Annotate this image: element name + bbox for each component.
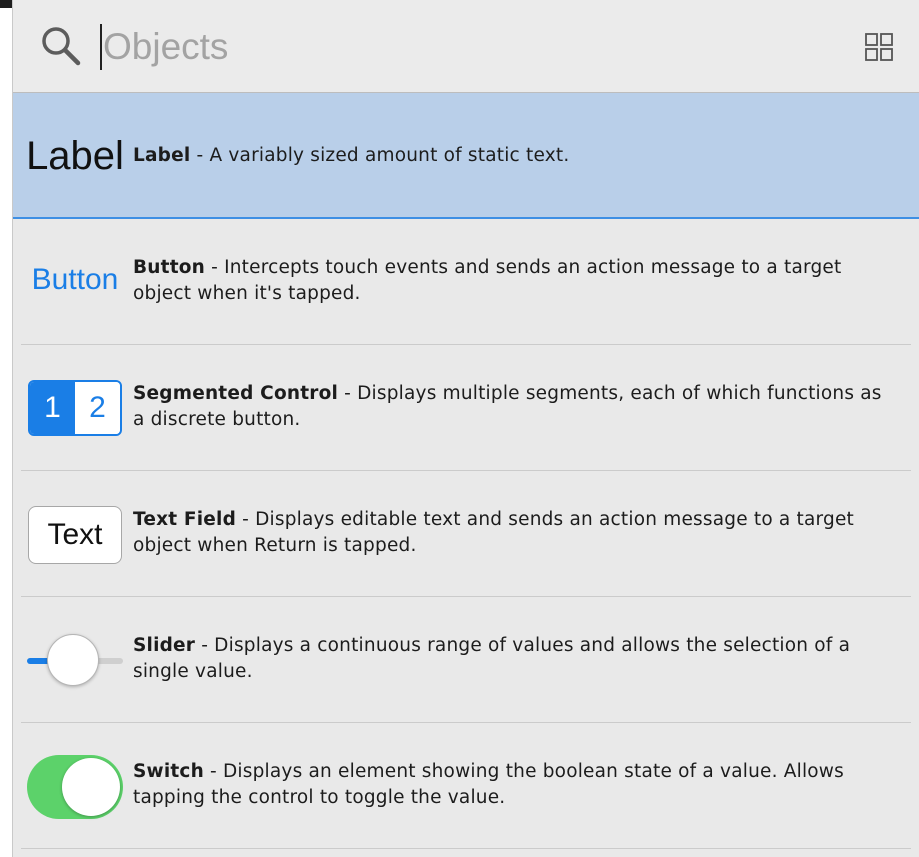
object-list: Label Label - A variably sized amount of…: [13, 93, 919, 849]
search-input[interactable]: [103, 18, 803, 76]
list-item-text-field[interactable]: Text Text Field - Displays editable text…: [13, 471, 919, 597]
item-summary: - Displays editable text and sends an ac…: [133, 509, 854, 556]
item-name: Slider: [133, 635, 196, 656]
button-preview: Button: [27, 252, 123, 308]
list-item-label[interactable]: Label Label - A variably sized amount of…: [13, 93, 919, 219]
switch-preview: [27, 755, 123, 819]
item-description: Slider - Displays a continuous range of …: [133, 633, 889, 685]
grid-view-icon[interactable]: [865, 33, 893, 61]
window-edge-gap: [0, 8, 12, 14]
switch-knob: [62, 758, 120, 816]
switch-toggle: [27, 755, 123, 819]
label-preview-text: Label: [26, 133, 124, 178]
search-bar: [13, 0, 919, 93]
item-name: Label: [133, 145, 191, 166]
item-summary: - A variably sized amount of static text…: [190, 145, 570, 166]
item-summary: - Displays an element showing the boolea…: [133, 761, 844, 808]
item-description: Button - Intercepts touch events and sen…: [133, 255, 889, 307]
item-name: Switch: [133, 761, 204, 782]
text-caret: [100, 24, 102, 70]
object-library-panel: Label Label - A variably sized amount of…: [12, 0, 919, 857]
segmented-control: 1 2: [28, 380, 122, 436]
item-summary: - Displays a continuous range of values …: [133, 635, 851, 682]
item-description: Label - A variably sized amount of stati…: [133, 143, 889, 169]
list-item-slider[interactable]: Slider - Displays a continuous range of …: [13, 597, 919, 723]
item-summary: - Intercepts touch events and sends an a…: [133, 257, 842, 304]
segmented-control-preview: 1 2: [27, 380, 123, 436]
text-field-preview-box: Text: [28, 506, 122, 564]
item-name: Segmented Control: [133, 383, 339, 404]
text-field-preview: Text: [27, 506, 123, 564]
item-description: Segmented Control - Displays multiple se…: [133, 381, 889, 433]
slider-knob: [47, 634, 99, 686]
search-icon: [42, 27, 81, 66]
label-preview: Label: [26, 128, 124, 184]
list-item-segmented-control[interactable]: 1 2 Segmented Control - Displays multipl…: [13, 345, 919, 471]
segment-2: 2: [75, 382, 120, 434]
list-item-switch[interactable]: Switch - Displays an element showing the…: [13, 723, 919, 849]
list-item-button[interactable]: Button Button - Intercepts touch events …: [13, 219, 919, 345]
slider: [27, 633, 123, 689]
item-description: Text Field - Displays editable text and …: [133, 507, 889, 559]
item-name: Text Field: [133, 509, 237, 530]
window-edge: [0, 0, 12, 8]
slider-preview: [27, 633, 123, 689]
item-name: Button: [133, 257, 206, 278]
button-preview-text: Button: [31, 263, 119, 296]
item-description: Switch - Displays an element showing the…: [133, 759, 889, 811]
segment-1: 1: [30, 382, 75, 434]
row-divider: [21, 848, 911, 849]
